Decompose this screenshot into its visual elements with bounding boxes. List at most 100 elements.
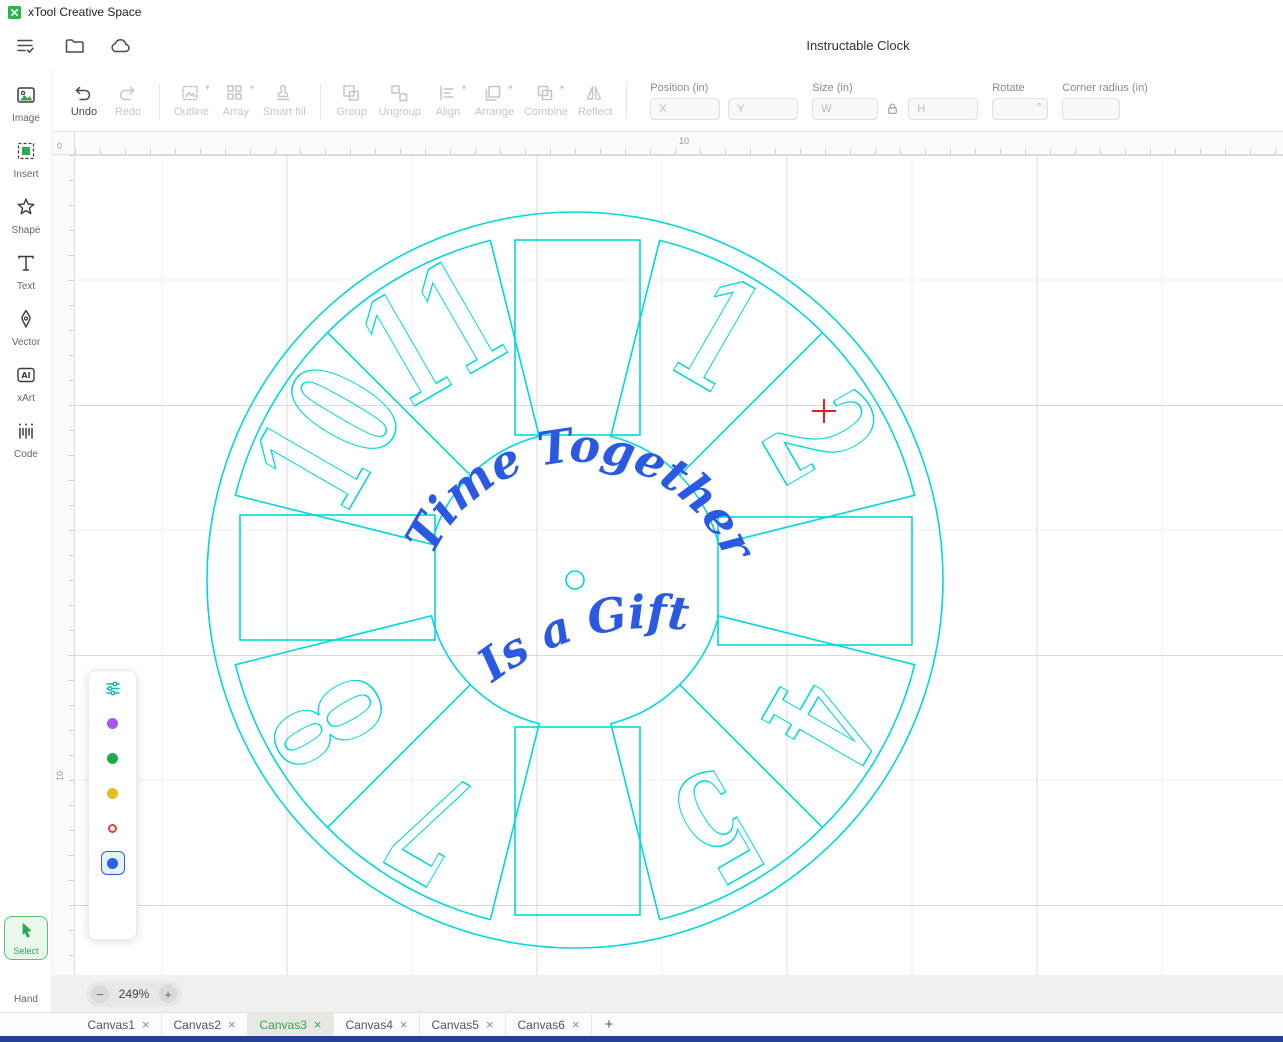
select-tool-button[interactable]: Select xyxy=(4,916,48,960)
palette-color-green[interactable] xyxy=(101,746,125,770)
design-canvas[interactable]: 10 11 1 2 4 5 7 8 Time Together Is a Gift xyxy=(75,155,1283,975)
app-window: xTool Creative Space Instructable Clock … xyxy=(0,0,1283,1042)
toolbar-divider xyxy=(159,82,160,119)
redo-icon xyxy=(117,83,139,103)
tab-close-icon[interactable]: × xyxy=(400,1018,408,1031)
undo-button[interactable]: Undo xyxy=(62,75,106,127)
tab-canvas3[interactable]: Canvas3 × xyxy=(248,1013,334,1036)
position-x-input[interactable] xyxy=(650,97,721,120)
corner-radius-input[interactable] xyxy=(1062,97,1121,120)
vector-icon xyxy=(15,308,37,335)
tab-label: Canvas2 xyxy=(173,1017,221,1032)
insert-icon xyxy=(15,140,37,167)
zoom-in-button[interactable]: + xyxy=(159,985,177,1003)
arrange-button[interactable]: ▾ Arrange xyxy=(470,75,519,127)
clock-number[interactable]: 2 xyxy=(727,366,913,511)
xtool-logo-icon xyxy=(8,5,21,19)
green-swatch xyxy=(107,752,118,764)
palette-settings-icon[interactable] xyxy=(104,679,122,697)
sidebar-item-shape[interactable]: Shape xyxy=(0,196,52,236)
size-h-input[interactable] xyxy=(908,97,979,120)
redo-button[interactable]: Redo xyxy=(106,75,150,127)
outline-button[interactable]: ▾ Outline xyxy=(169,75,214,127)
sidebar-item-text[interactable]: Text xyxy=(0,252,52,292)
clock-design[interactable]: 1011 124578Time TogetherIs a Gift xyxy=(75,155,1283,975)
zoom-out-button[interactable]: − xyxy=(91,985,109,1003)
rotate-label: Rotate xyxy=(992,81,1025,94)
tab-label: Canvas6 xyxy=(517,1017,565,1032)
group-icon xyxy=(341,83,363,103)
cloud-icon[interactable] xyxy=(109,34,135,60)
tab-label: Canvas4 xyxy=(345,1017,393,1032)
reflect-button[interactable]: Reflect xyxy=(573,75,617,127)
tab-close-icon[interactable]: × xyxy=(314,1018,322,1031)
toolbar-divider xyxy=(319,82,321,119)
size-w-input[interactable] xyxy=(812,97,879,120)
size-label: Size (in) xyxy=(812,81,853,94)
sidebar-item-xart[interactable]: AI xArt xyxy=(0,364,52,404)
curved-text[interactable]: Is a Gift xyxy=(466,585,692,693)
tab-canvas1[interactable]: Canvas1 × xyxy=(76,1013,162,1036)
ruler-horizontal: 10 xyxy=(75,132,1283,155)
smart-fill-button[interactable]: Smart fill xyxy=(258,75,311,127)
rotate-group: Rotate ° xyxy=(992,81,1049,120)
tab-close-icon[interactable]: × xyxy=(572,1018,580,1031)
photo-frame[interactable] xyxy=(514,239,641,436)
clock-number[interactable]: 1 xyxy=(644,242,789,428)
align-button[interactable]: ▾ Align xyxy=(426,75,470,127)
arrange-icon: ▾ xyxy=(483,83,512,103)
sidebar-item-vector[interactable]: Vector xyxy=(0,308,52,348)
combine-button[interactable]: ▾ Combine xyxy=(519,75,573,127)
zoom-level[interactable]: 249% xyxy=(115,987,153,1001)
tab-close-icon[interactable]: × xyxy=(228,1018,236,1031)
main-menu-icon[interactable] xyxy=(14,34,40,60)
clock-outer-circle[interactable] xyxy=(206,211,944,949)
lock-ratio-icon[interactable] xyxy=(886,102,900,116)
ruler-label: 10 xyxy=(679,136,690,146)
clock-number[interactable]: 5 xyxy=(644,732,789,918)
tab-canvas5[interactable]: Canvas5 × xyxy=(420,1013,506,1036)
align-icon: ▾ xyxy=(437,83,466,103)
toolbar-divider xyxy=(626,82,628,119)
curved-text[interactable]: Time Together xyxy=(394,417,768,570)
folder-icon[interactable] xyxy=(63,34,89,60)
red-swatch xyxy=(108,823,117,833)
clock-center-hole[interactable] xyxy=(565,570,585,590)
palette-color-red[interactable] xyxy=(101,816,125,840)
ungroup-icon xyxy=(389,83,411,103)
position-y-input[interactable] xyxy=(728,97,799,120)
palette-color-yellow[interactable] xyxy=(101,781,125,805)
canvas-tabbar: Canvas1 × Canvas2 × Canvas3 × Canvas4 × Canvas5 ×… xyxy=(0,1012,1283,1036)
app-title: xTool Creative Space xyxy=(28,5,142,19)
tab-label: Canvas5 xyxy=(431,1017,479,1032)
purple-swatch xyxy=(107,717,118,729)
add-canvas-button[interactable]: + xyxy=(592,1013,626,1036)
clock-number[interactable]: 7 xyxy=(361,732,506,918)
clock-number[interactable]: 4 xyxy=(727,649,913,794)
size-group: Size (in) xyxy=(812,81,979,120)
sidebar-item-insert[interactable]: Insert xyxy=(0,140,52,180)
array-icon: ▾ xyxy=(225,83,254,103)
tab-canvas6[interactable]: Canvas6 × xyxy=(506,1013,592,1036)
titlebar: xTool Creative Space xyxy=(0,0,1283,24)
ruler-corner: 0 xyxy=(52,132,75,155)
menubar: Instructable Clock xyxy=(0,24,1283,70)
palette-color-blue[interactable] xyxy=(100,851,125,875)
group-button[interactable]: Group xyxy=(330,75,374,127)
hand-tool-button[interactable]: Hand xyxy=(0,974,52,1007)
array-button[interactable]: ▾ Array xyxy=(214,75,258,127)
sidebar-item-code[interactable]: Code xyxy=(0,420,52,460)
palette-color-purple[interactable] xyxy=(101,711,125,735)
tab-canvas2[interactable]: Canvas2 × xyxy=(162,1013,248,1036)
photo-frame[interactable] xyxy=(514,726,641,916)
tab-canvas4[interactable]: Canvas4 × xyxy=(334,1013,420,1036)
undo-icon xyxy=(73,83,95,103)
tab-close-icon[interactable]: × xyxy=(142,1018,150,1031)
clock-number[interactable]: 8 xyxy=(237,649,423,794)
sidebar-item-image[interactable]: Image xyxy=(0,84,52,124)
tab-close-icon[interactable]: × xyxy=(486,1018,494,1031)
ungroup-button[interactable]: Ungroup xyxy=(374,75,426,127)
text-icon xyxy=(15,252,37,279)
select-cursor-icon xyxy=(17,921,36,945)
smart-fill-icon xyxy=(273,83,295,103)
